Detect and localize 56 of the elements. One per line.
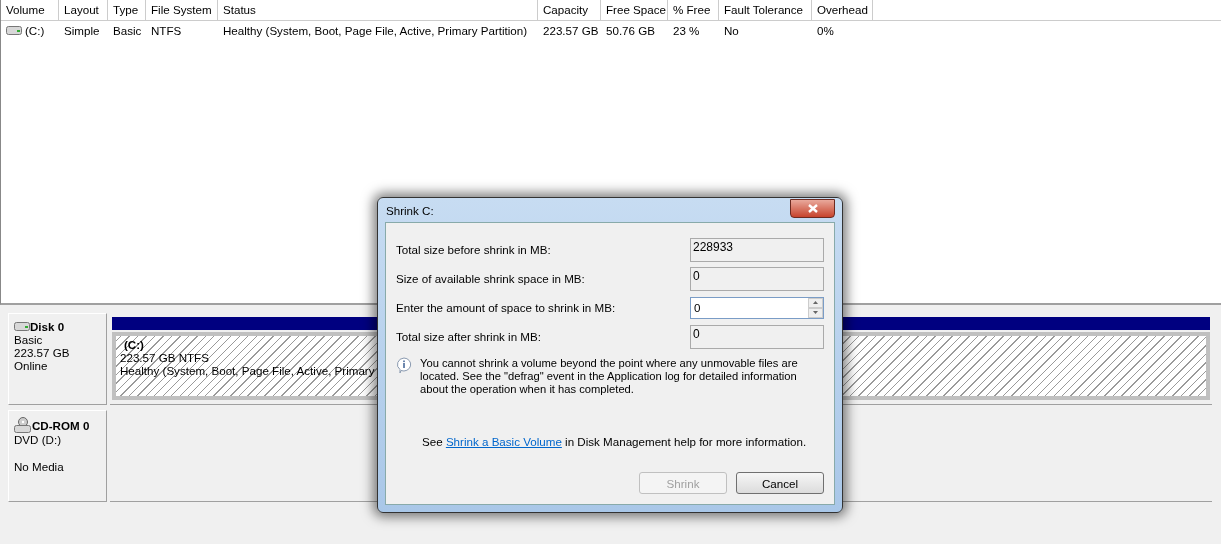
- dialog-title: Shrink C:: [385, 203, 434, 217]
- number-input[interactable]: 0: [691, 301, 808, 314]
- spin-up-button[interactable]: [808, 297, 823, 308]
- column-header[interactable]: File System: [146, 0, 218, 20]
- up-arrow-icon: [813, 301, 818, 304]
- field-label: Enter the amount of space to shrink in MB:: [396, 301, 616, 314]
- field-label: Total size before shrink in MB:: [396, 243, 551, 256]
- disk-status: No Media: [14, 460, 65, 473]
- table-cell: (C:): [25, 23, 45, 37]
- disk-status: Online: [14, 359, 49, 372]
- partition-status: Healthy (System, Boot, Page File, Active, Primary: [120, 364, 375, 377]
- spin-down-button[interactable]: [808, 307, 823, 318]
- table-cell-text: NTFS: [150, 23, 183, 37]
- column-header[interactable]: Status: [218, 0, 538, 20]
- close-button[interactable]: [790, 198, 835, 218]
- cd-drive-icon: [14, 417, 32, 433]
- disk-size: 223.57 GB: [14, 346, 71, 359]
- disk-label-panel[interactable]: Disk 0 Basic 223.57 GB Online: [8, 313, 107, 405]
- drive-icon: [14, 322, 30, 331]
- help-link[interactable]: Shrink a Basic Volume: [445, 435, 562, 448]
- table-cell-text: Simple: [63, 23, 101, 37]
- drive-icon: [6, 25, 22, 35]
- down-arrow-icon: [813, 311, 818, 314]
- column-header[interactable]: Layout: [59, 0, 108, 20]
- column-header[interactable]: % Free: [668, 0, 719, 20]
- table-cell-text: 23 %: [672, 23, 701, 37]
- table-cell-text: Basic: [112, 23, 143, 37]
- table-cell-text: Healthy (System, Boot, Page File, Active, Primary Partition): [222, 23, 529, 37]
- disk-name: Disk 0: [30, 320, 65, 333]
- disk-type: Basic: [14, 333, 44, 346]
- column-header[interactable]: Free Space: [601, 0, 668, 20]
- table-cell-text: 0%: [816, 23, 835, 37]
- readonly-field: 0: [690, 266, 824, 291]
- partition-size: 223.57 GB NTFS: [120, 351, 209, 364]
- close-icon: [807, 203, 818, 213]
- readonly-field: 228933: [690, 237, 824, 262]
- column-header[interactable]: Capacity: [538, 0, 601, 20]
- table-cell-text: No: [723, 23, 740, 37]
- table-cell-text: 50.76 GB: [605, 23, 656, 37]
- column-header[interactable]: Overhead: [812, 0, 873, 20]
- readonly-field: 0: [690, 324, 824, 349]
- column-header[interactable]: Fault Tolerance: [719, 0, 812, 20]
- column-header[interactable]: Type: [108, 0, 146, 20]
- table-cell-text: 223.57 GB: [542, 23, 600, 37]
- field-label: Total size after shrink in MB:: [396, 330, 541, 343]
- field-label: Size of available shrink space in MB:: [396, 272, 585, 285]
- info-icon: [396, 357, 412, 374]
- column-header[interactable]: Volume: [1, 0, 59, 20]
- disk-label-panel[interactable]: CD-ROM 0 DVD (D:) No Media: [8, 410, 107, 502]
- disk-type: DVD (D:): [14, 433, 62, 446]
- help-text: See Shrink a Basic Volume in Disk Management help for more information.: [422, 435, 807, 448]
- spin-field[interactable]: 0: [690, 296, 824, 319]
- info-message: You cannot shrink a volume beyond the point where any unmovable files are located. See the "defrag" event in the Application log for detailed information about the operation when it has completed.: [420, 357, 799, 396]
- partition-label: (C:): [123, 338, 144, 351]
- disk-name: CD-ROM 0: [32, 418, 90, 432]
- dialog-button[interactable]: Cancel: [736, 472, 824, 494]
